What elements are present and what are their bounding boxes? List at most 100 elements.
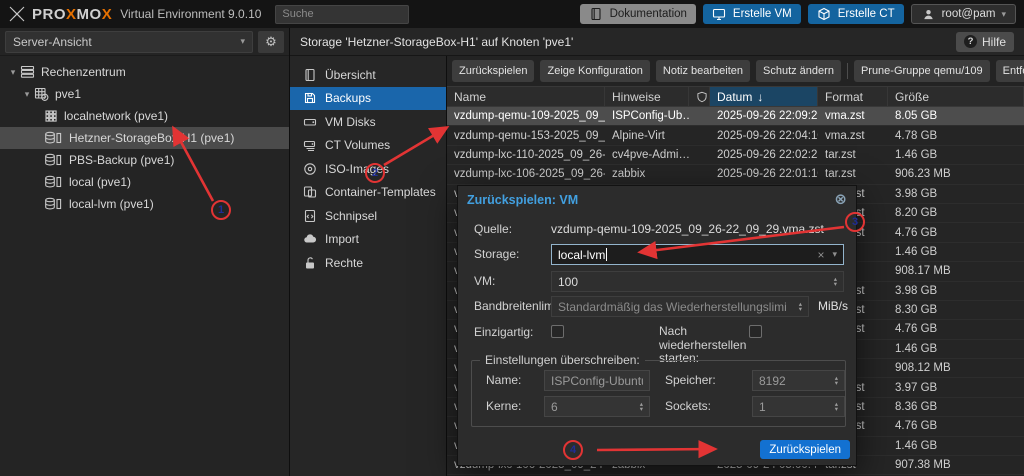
menu-item-bersicht[interactable]: Übersicht (290, 63, 446, 87)
speicher-input[interactable]: 8192 ▴▾ (752, 370, 845, 391)
storage-input[interactable]: local-lvm × ▾ (551, 244, 844, 265)
cell-format: tar.zst (818, 165, 888, 183)
toolbar-entfernen-button[interactable]: Entfernen (996, 60, 1024, 82)
restore-submit-button[interactable]: Zurückspielen (760, 440, 850, 459)
cell-size: 4.76 GB (888, 417, 1024, 435)
version-label: Virtual Environment 9.0.10 (120, 7, 261, 21)
toolbar-notiz-bearbeiten-button[interactable]: Notiz bearbeiten (656, 60, 750, 82)
cell-size: 4.76 GB (888, 223, 1024, 241)
sockets-input[interactable]: 1 ▴▾ (752, 396, 845, 417)
cell-size: 3.98 GB (888, 185, 1024, 203)
tree-item-pve1[interactable]: ▾ pve1 (0, 83, 289, 105)
tree-item-label: pve1 (55, 87, 81, 101)
cloud-icon (302, 232, 317, 246)
monitor-icon (712, 7, 727, 21)
spinner-icon[interactable]: ▴▾ (835, 376, 838, 386)
table-row[interactable]: vzdump-qemu-153-2025_09_26-…Alpine-Virt2… (447, 126, 1024, 145)
cell-name: vzdump-lxc-110-2025_09_26-22_… (447, 146, 605, 164)
cell-size: 8.05 GB (888, 107, 1024, 125)
column-header-label: Name (454, 90, 486, 104)
cell-protected (689, 107, 710, 125)
node-icon (34, 87, 49, 101)
spinner-icon[interactable]: ▴▾ (640, 402, 643, 412)
tree-item-local-pve1[interactable]: local (pve1) (0, 171, 289, 193)
quelle-label: Quelle: (474, 222, 512, 236)
toolbar-schutz-ndern-button[interactable]: Schutz ändern (756, 60, 841, 82)
table-row[interactable]: vzdump-lxc-110-2025_09_26-22_…cv4pve-Adm… (447, 146, 1024, 165)
fieldset-legend: Einstellungen überschreiben: (480, 353, 645, 367)
table-row[interactable]: vzdump-lxc-106-2025_09_26-22…zabbix2025-… (447, 165, 1024, 184)
toolbar-zur-ckspielen-button[interactable]: Zurückspielen (452, 60, 534, 82)
menu-item-vm-disks[interactable]: VM Disks (290, 110, 446, 134)
toolbar-prune-gruppe-qemu-109-button[interactable]: Prune-Gruppe qemu/109 (854, 60, 990, 82)
menu-item-rechte[interactable]: Rechte (290, 251, 446, 275)
column-header-protected[interactable] (689, 87, 710, 106)
tree-item-label: localnetwork (pve1) (64, 109, 168, 123)
storage-label: Storage: (474, 247, 519, 261)
override-settings-fieldset: Einstellungen überschreiben: Name: ISPCo… (471, 360, 846, 427)
menu-item-iso-images[interactable]: ISO-Images (290, 157, 446, 181)
close-icon[interactable]: ⊗ (834, 192, 847, 207)
cell-size: 908.17 MB (888, 262, 1024, 280)
book-icon (302, 68, 317, 82)
menu-item-label: Import (325, 232, 359, 246)
column-header-hinweise[interactable]: Hinweise (605, 87, 689, 106)
bandwidth-input[interactable]: Standardmäßig das Wiederherstellungslimi… (551, 296, 809, 317)
spinner-icon[interactable]: ▴▾ (834, 277, 837, 287)
search-input[interactable] (275, 5, 409, 24)
cell-size: 1.46 GB (888, 146, 1024, 164)
menu-item-label: Container-Templates (325, 185, 436, 199)
menu-item-label: Übersicht (325, 68, 376, 82)
cell-size: 1.46 GB (888, 243, 1024, 261)
menu-item-import[interactable]: Import (290, 228, 446, 252)
server-icon (20, 65, 35, 79)
start-after-restore-checkbox[interactable] (749, 325, 762, 338)
help-button[interactable]: ? Hilfe (956, 32, 1014, 52)
documentation-button[interactable]: Dokumentation (580, 4, 696, 24)
tree-expand-icon[interactable]: ▾ (20, 89, 34, 100)
cell-size: 8.20 GB (888, 204, 1024, 222)
menu-item-ct-volumes[interactable]: CT Volumes (290, 134, 446, 158)
column-header-datum[interactable]: Datum↓ (710, 87, 818, 106)
spinner-icon[interactable]: ▴▾ (799, 302, 802, 312)
cell-size: 3.98 GB (888, 282, 1024, 300)
tree-item-pbs-backup-pve1[interactable]: PBS-Backup (pve1) (0, 149, 289, 171)
cell-format: vma.zst (818, 126, 888, 144)
unique-checkbox[interactable] (551, 325, 564, 338)
tree-expand-icon[interactable]: ▾ (6, 67, 20, 78)
table-row[interactable]: vzdump-qemu-109-2025_09_26-…ISPConfig-Ub… (447, 107, 1024, 126)
clear-icon[interactable]: × (817, 248, 824, 262)
view-selector[interactable]: Server-Ansicht ▾ (5, 31, 253, 53)
vm-id-input[interactable]: 100 ▴▾ (551, 271, 844, 292)
tree-item-local-lvm-pve1[interactable]: local-lvm (pve1) (0, 193, 289, 215)
quelle-value: vzdump-qemu-109-2025_09_26-22_09_29.vma.… (551, 222, 824, 236)
create-vm-button[interactable]: Erstelle VM (703, 4, 801, 24)
create-ct-button[interactable]: Erstelle CT (808, 4, 904, 24)
tree-item-hetzner-storagebox-h1-pve1[interactable]: Hetzner-StorageBox-H1 (pve1) (0, 127, 289, 149)
shield-icon (696, 91, 708, 103)
cell-name: vzdump-qemu-109-2025_09_26-… (447, 107, 605, 125)
column-header-format[interactable]: Format (818, 87, 888, 106)
column-header-name[interactable]: Name (447, 87, 605, 106)
chevron-down-icon[interactable]: ▾ (832, 249, 837, 260)
name-input[interactable]: ISPConfig-Ubuntu (544, 370, 650, 391)
page-title: Storage 'Hetzner-StorageBox-H1' auf Knot… (290, 35, 573, 49)
toolbar-zeige-konfiguration-button[interactable]: Zeige Konfiguration (540, 60, 649, 82)
tree-item-label: Rechenzentrum (41, 65, 126, 79)
column-header-gr-e[interactable]: Größe (888, 87, 1024, 106)
tree-item-rechenzentrum[interactable]: ▾ Rechenzentrum (0, 61, 289, 83)
menu-item-container-templates[interactable]: Container-Templates (290, 181, 446, 205)
kerne-input[interactable]: 6 ▴▾ (544, 396, 650, 417)
chevron-down-icon: ▾ (1001, 9, 1006, 20)
chevron-down-icon: ▾ (240, 36, 245, 47)
menu-item-schnipsel[interactable]: Schnipsel (290, 204, 446, 228)
menu-item-backups[interactable]: Backups (290, 87, 446, 111)
spinner-icon[interactable]: ▴▾ (835, 402, 838, 412)
proxmox-logo: PROXMOX (0, 5, 112, 23)
gear-button[interactable]: ⚙ (258, 31, 284, 53)
toolbar-separator (847, 63, 848, 79)
cell-size: 4.78 GB (888, 126, 1024, 144)
cell-size: 1.46 GB (888, 437, 1024, 455)
user-menu-button[interactable]: root@pam ▾ (911, 4, 1016, 24)
tree-item-localnetwork-pve1[interactable]: localnetwork (pve1) (0, 105, 289, 127)
